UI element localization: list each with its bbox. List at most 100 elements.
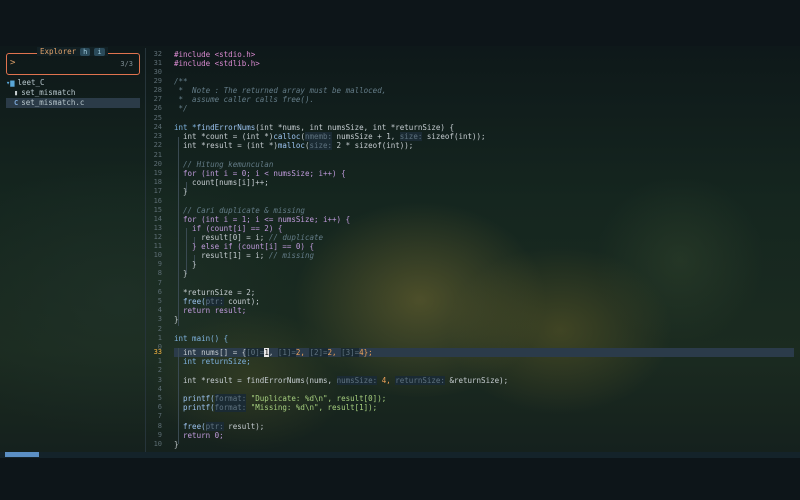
code-line: int *findErrorNums(int *nums, int numsSi… [174, 123, 454, 132]
line-number: 2 [157, 325, 162, 333]
line-number: 22 [153, 141, 162, 149]
mode-indicator [5, 452, 39, 457]
file-tree: ▾▆ leet_C ▮ set_mismatch C set_mismatch.… [6, 78, 140, 108]
code-line: /** [174, 77, 188, 86]
inlay-hint: [0]= [246, 348, 265, 357]
code-line: int main() { [174, 334, 229, 343]
tree-item-folder[interactable]: ▾▆ leet_C [6, 78, 140, 88]
inlay-hint: [3]= [341, 348, 360, 357]
inlay-hint: format: [214, 394, 247, 403]
line-number: 28 [153, 86, 162, 94]
line-number: 20 [153, 160, 162, 168]
line-number: 5 [157, 394, 162, 402]
inlay-hint: [2]= [309, 348, 328, 357]
line-number: 9 [157, 431, 162, 439]
inlay-hint: format: [214, 403, 247, 412]
code-line: printf(format: "Duplicate: %d\n", result… [174, 394, 387, 403]
line-number: 30 [153, 68, 162, 76]
line-number: 33 [153, 348, 162, 356]
code-line: result[1] = i; // missing [174, 251, 314, 260]
line-number: 4 [157, 306, 162, 314]
code-line: #include <stdlib.h> [174, 59, 260, 68]
line-number: 13 [153, 224, 162, 232]
match-count: 3/3 [120, 60, 133, 68]
tree-item-label: set_mismatch.c [21, 98, 85, 107]
bottom-margin [0, 455, 800, 500]
line-number: 16 [153, 197, 162, 205]
explorer-search-box[interactable]: Explorer h i > 3/3 [6, 47, 140, 75]
line-number: 32 [153, 50, 162, 58]
code-line: // Cari duplicate & missing [174, 206, 305, 215]
line-number: 11 [153, 242, 162, 250]
top-margin [0, 0, 800, 46]
status-line [0, 452, 800, 458]
c-file-icon: C [14, 99, 19, 107]
line-number: 18 [153, 178, 162, 186]
line-number: 26 [153, 104, 162, 112]
code-line: // Hitung kemunculan [174, 160, 274, 169]
code-line: return result; [174, 306, 247, 315]
line-number: 17 [153, 187, 162, 195]
line-number: 31 [153, 59, 162, 67]
code-line: * Note : The returned array must be mall… [174, 86, 387, 95]
line-number: 1 [157, 357, 162, 365]
line-number: 2 [157, 366, 162, 374]
line-number: 5 [157, 297, 162, 305]
line-number: 10 [153, 440, 162, 448]
line-number: 27 [153, 95, 162, 103]
code-editor[interactable]: 32 31 30 29 28 27 26 25 24 23 22 21 20 19 18 17 16 15 14 13… [140, 48, 800, 453]
explorer-title: Explorer [40, 47, 77, 56]
line-number: 23 [153, 132, 162, 140]
code-line: } [174, 269, 188, 278]
code-line: printf(format: "Missing: %d\n", result[1… [174, 403, 378, 412]
line-number: 7 [157, 412, 162, 420]
tree-item-file[interactable]: ▮ set_mismatch [6, 88, 140, 98]
code-line: } [174, 260, 197, 269]
line-number: 24 [153, 123, 162, 131]
code-line: } [174, 187, 188, 196]
explorer-header: Explorer h i [37, 47, 108, 56]
line-number: 8 [157, 269, 162, 277]
line-number: 12 [153, 233, 162, 241]
line-number: 6 [157, 403, 162, 411]
code-line: for (int i = 0; i < numsSize; i++) { [174, 169, 346, 178]
line-number: 25 [153, 114, 162, 122]
line-number: 19 [153, 169, 162, 177]
code-line: } else if (count[i] == 0) { [174, 242, 314, 251]
line-number: 7 [157, 279, 162, 287]
line-number: 8 [157, 422, 162, 430]
line-number: 21 [153, 151, 162, 159]
line-number: 9 [157, 260, 162, 268]
code-line: free(ptr: count); [174, 297, 260, 306]
inlay-hint: nmemb: [304, 132, 333, 141]
code-line: return 0; [174, 431, 224, 440]
inlay-hint: ptr: [205, 297, 224, 306]
code-line: int *count = (int *)calloc(nmemb: numsSi… [174, 132, 486, 141]
code-line: for (int i = 1; i <= numsSize; i++) { [174, 215, 351, 224]
line-number: 29 [153, 77, 162, 85]
code-line: count[nums[i]]++; [174, 178, 269, 187]
code-line: */ [174, 104, 188, 113]
line-number: 15 [153, 206, 162, 214]
file-icon: ▮ [14, 89, 19, 97]
line-number: 10 [153, 251, 162, 259]
tree-item-file-selected[interactable]: C set_mismatch.c [6, 98, 140, 108]
tree-item-label: leet_C [17, 78, 45, 87]
line-number: 6 [157, 288, 162, 296]
toggle-ignored-key[interactable]: i [94, 47, 105, 56]
code-line: } [174, 440, 179, 449]
line-number: 1 [157, 334, 162, 342]
code-line-current: int nums[] = {[0]=1, [1]=2, [2]=2, [3]=4… [174, 348, 373, 357]
tree-item-label: set_mismatch [21, 88, 76, 97]
code-line: int returnSize; [174, 357, 251, 366]
folder-icon: ▾▆ [6, 79, 15, 87]
code-line: int *result = (int *)malloc(size: 2 * si… [174, 141, 414, 150]
inlay-hint: ptr: [205, 422, 224, 431]
code-line: int *result = findErrorNums(nums, numsSi… [174, 376, 509, 385]
inlay-hint: returnSize: [395, 376, 445, 385]
toggle-hidden-key[interactable]: h [80, 47, 91, 56]
code-line: free(ptr: result); [174, 422, 265, 431]
code-line: result[0] = i; // duplicate [174, 233, 324, 242]
line-number: 14 [153, 215, 162, 223]
code-line: #include <stdio.h> [174, 50, 256, 59]
